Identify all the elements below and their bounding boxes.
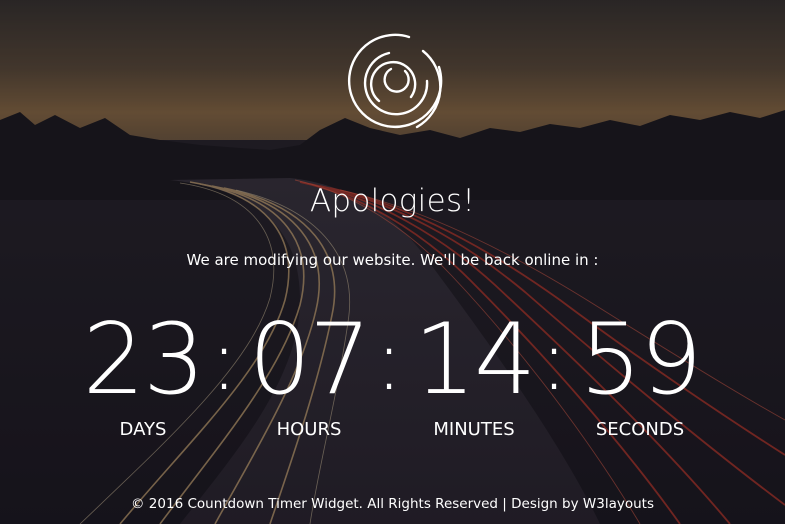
w3layouts-link[interactable]: W3layouts [583,496,654,512]
copyright-text: © 2016 Countdown Timer Widget. All Right… [131,496,583,512]
countdown-seconds: 59 SECONDS [565,308,715,441]
days-label: DAYS [119,419,167,440]
hours-value: 07 [248,303,372,417]
days-value: 23 [82,303,206,417]
minutes-value: 14 [413,303,537,417]
minutes-label: MINUTES [433,419,515,440]
countdown-minutes: 14 MINUTES [399,308,549,441]
maintenance-page: Apologies! We are modifying our website.… [0,0,785,524]
page-title: Apologies! [309,183,476,219]
concentric-circles-icon [348,33,443,129]
seconds-value: 59 [579,303,703,417]
seconds-label: SECONDS [595,419,685,440]
countdown-hours: 07 HOURS [234,308,384,441]
maintenance-message: We are modifying our website. We'll be b… [186,251,599,269]
hours-label: HOURS [276,419,342,440]
countdown-days: 23 DAYS [68,308,218,441]
footer: © 2016 Countdown Timer Widget. All Right… [0,494,785,514]
countdown-timer: 23 DAYS : 07 HOURS : 14 MINUTES : 59 SEC… [0,308,785,458]
